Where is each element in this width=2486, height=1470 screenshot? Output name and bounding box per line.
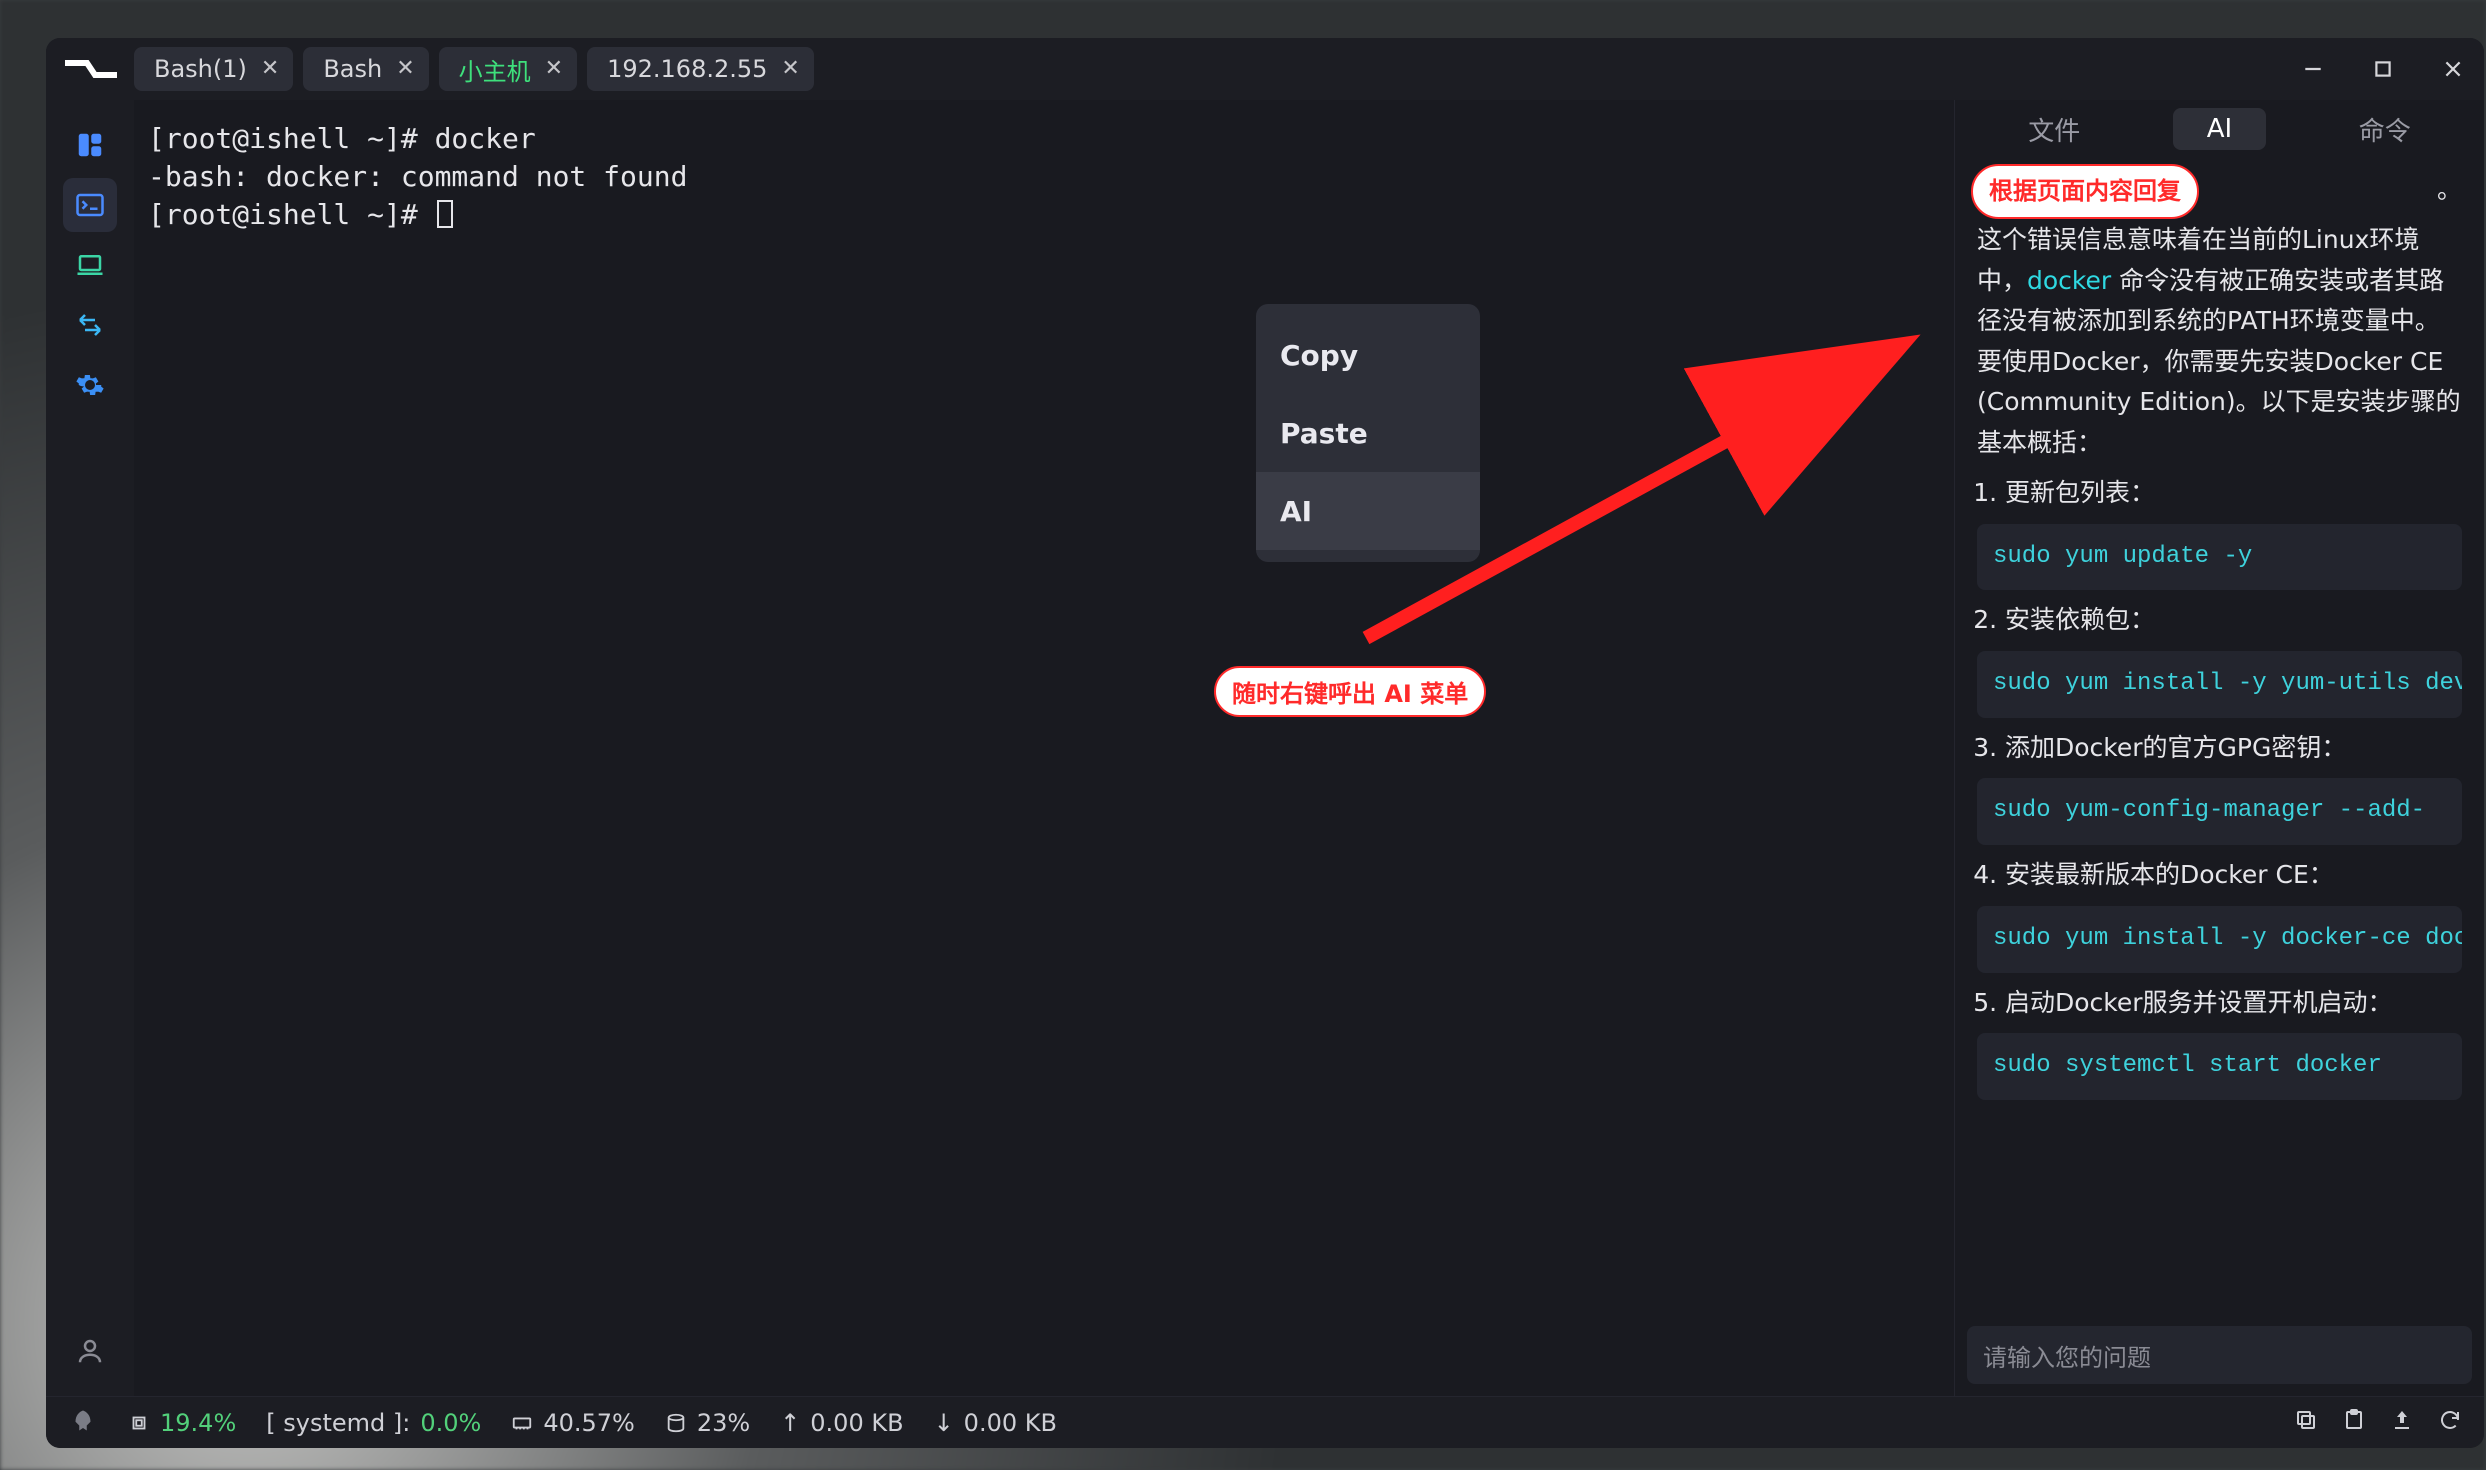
ai-steps-list: 更新包列表：sudo yum update -y 安装依赖包：sudo yum … [2005,473,2462,1100]
left-sidebar [46,100,134,1396]
copy-icon[interactable] [2294,1408,2318,1438]
rocket-icon[interactable] [68,1408,98,1438]
tab-ip[interactable]: 192.168.2.55 ✕ [587,47,814,91]
tab-commands[interactable]: 命令 [2325,105,2445,154]
terminal-output: [root@ishell ~]# docker -bash: docker: c… [148,120,1940,233]
context-copy[interactable]: Copy [1256,316,1480,394]
paste-icon[interactable] [2342,1408,2366,1438]
code-block[interactable]: sudo systemctl start docker [1977,1033,2462,1100]
code-block[interactable]: sudo yum install -y docker-ce doc [1977,906,2462,973]
user-icon[interactable] [63,1324,117,1378]
code-block[interactable]: sudo yum-config-manager --add- [1977,778,2462,845]
window-controls [2300,56,2466,82]
maximize-button[interactable] [2370,56,2396,82]
main-area: [root@ishell ~]# docker -bash: docker: c… [46,100,2484,1396]
annotation-pill-context: 随时右键呼出 AI 菜单 [1214,666,1486,717]
list-item: 安装最新版本的Docker CE：sudo yum install -y doc… [2005,855,2462,972]
code-block[interactable]: sudo yum update -y [1977,524,2462,591]
refresh-icon[interactable] [2438,1408,2462,1438]
fragment-text: 。 [2437,170,2462,211]
status-actions [2294,1408,2462,1438]
ai-input[interactable]: 请输入您的问题 [1967,1326,2472,1384]
tab-label: 192.168.2.55 [607,55,767,83]
tab-bash-1[interactable]: Bash(1) ✕ [134,47,293,91]
list-item: 安装依赖包：sudo yum install -y yum-utils devi [2005,600,2462,717]
tab-bash[interactable]: Bash ✕ [303,47,428,91]
cpu-stat: 19.4% [128,1409,236,1437]
list-item: 启动Docker服务并设置开机启动：sudo systemctl start d… [2005,983,2462,1100]
list-item: 添加Docker的官方GPG密钥：sudo yum-config-manager… [2005,728,2462,845]
list-item: 更新包列表：sudo yum update -y [2005,473,2462,590]
context-ai[interactable]: AI [1256,472,1480,550]
context-menu: Copy Paste AI [1256,304,1480,562]
annotation-pill-panel: 根据页面内容回复 [1971,164,2199,219]
laptop-icon[interactable] [63,238,117,292]
close-button[interactable] [2440,56,2466,82]
gear-icon[interactable] [63,358,117,412]
close-icon[interactable]: ✕ [261,58,279,80]
download-stat: ↓0.00 KB [934,1409,1057,1437]
ai-paragraph: 这个错误信息意味着在当前的Linux环境中，docker 命令没有被正确安装或者… [1977,220,2462,463]
close-icon[interactable]: ✕ [396,58,414,80]
terminal-pane[interactable]: [root@ishell ~]# docker -bash: docker: c… [134,100,1954,1396]
tab-bar: Bash(1) ✕ Bash ✕ 小主机 ✕ 192.168.2.55 ✕ [134,47,2300,91]
right-panel: 文件 AI 命令 根据页面内容回复 。 这个错误信息意味着在当前的Linux环境… [1954,100,2484,1396]
status-bar: 19.4% [ systemd ]: 0.0% 40.57% 23% ↑0.00… [46,1396,2484,1448]
upload-stat: ↑0.00 KB [780,1409,903,1437]
transfer-icon[interactable] [63,298,117,352]
tab-label: Bash [323,55,382,83]
disk-stat: 23% [665,1409,750,1437]
context-paste[interactable]: Paste [1256,394,1480,472]
terminal-icon[interactable] [63,178,117,232]
ai-response-body[interactable]: 根据页面内容回复 。 这个错误信息意味着在当前的Linux环境中，docker … [1955,158,2484,1318]
split-view-icon[interactable] [63,118,117,172]
terminal-cursor [437,200,453,228]
tab-xiaozhuji[interactable]: 小主机 ✕ [439,47,577,91]
process-stat: [ systemd ]: 0.0% [266,1409,481,1437]
upload-icon[interactable] [2390,1408,2414,1438]
minimize-button[interactable] [2300,56,2326,82]
docker-keyword: docker [2027,266,2111,295]
tab-files[interactable]: 文件 [1994,105,2114,154]
close-icon[interactable]: ✕ [545,58,563,80]
ai-input-placeholder: 请输入您的问题 [1983,1338,2151,1373]
app-logo [62,55,120,83]
tab-label: 小主机 [459,52,531,87]
tab-label: Bash(1) [154,55,247,83]
app-window: Bash(1) ✕ Bash ✕ 小主机 ✕ 192.168.2.55 ✕ [46,38,2484,1448]
code-block[interactable]: sudo yum install -y yum-utils devi [1977,651,2462,718]
tab-ai[interactable]: AI [2173,108,2266,150]
right-panel-tabs: 文件 AI 命令 [1955,100,2484,158]
close-icon[interactable]: ✕ [781,58,799,80]
titlebar: Bash(1) ✕ Bash ✕ 小主机 ✕ 192.168.2.55 ✕ [46,38,2484,100]
mem-stat: 40.57% [511,1409,635,1437]
